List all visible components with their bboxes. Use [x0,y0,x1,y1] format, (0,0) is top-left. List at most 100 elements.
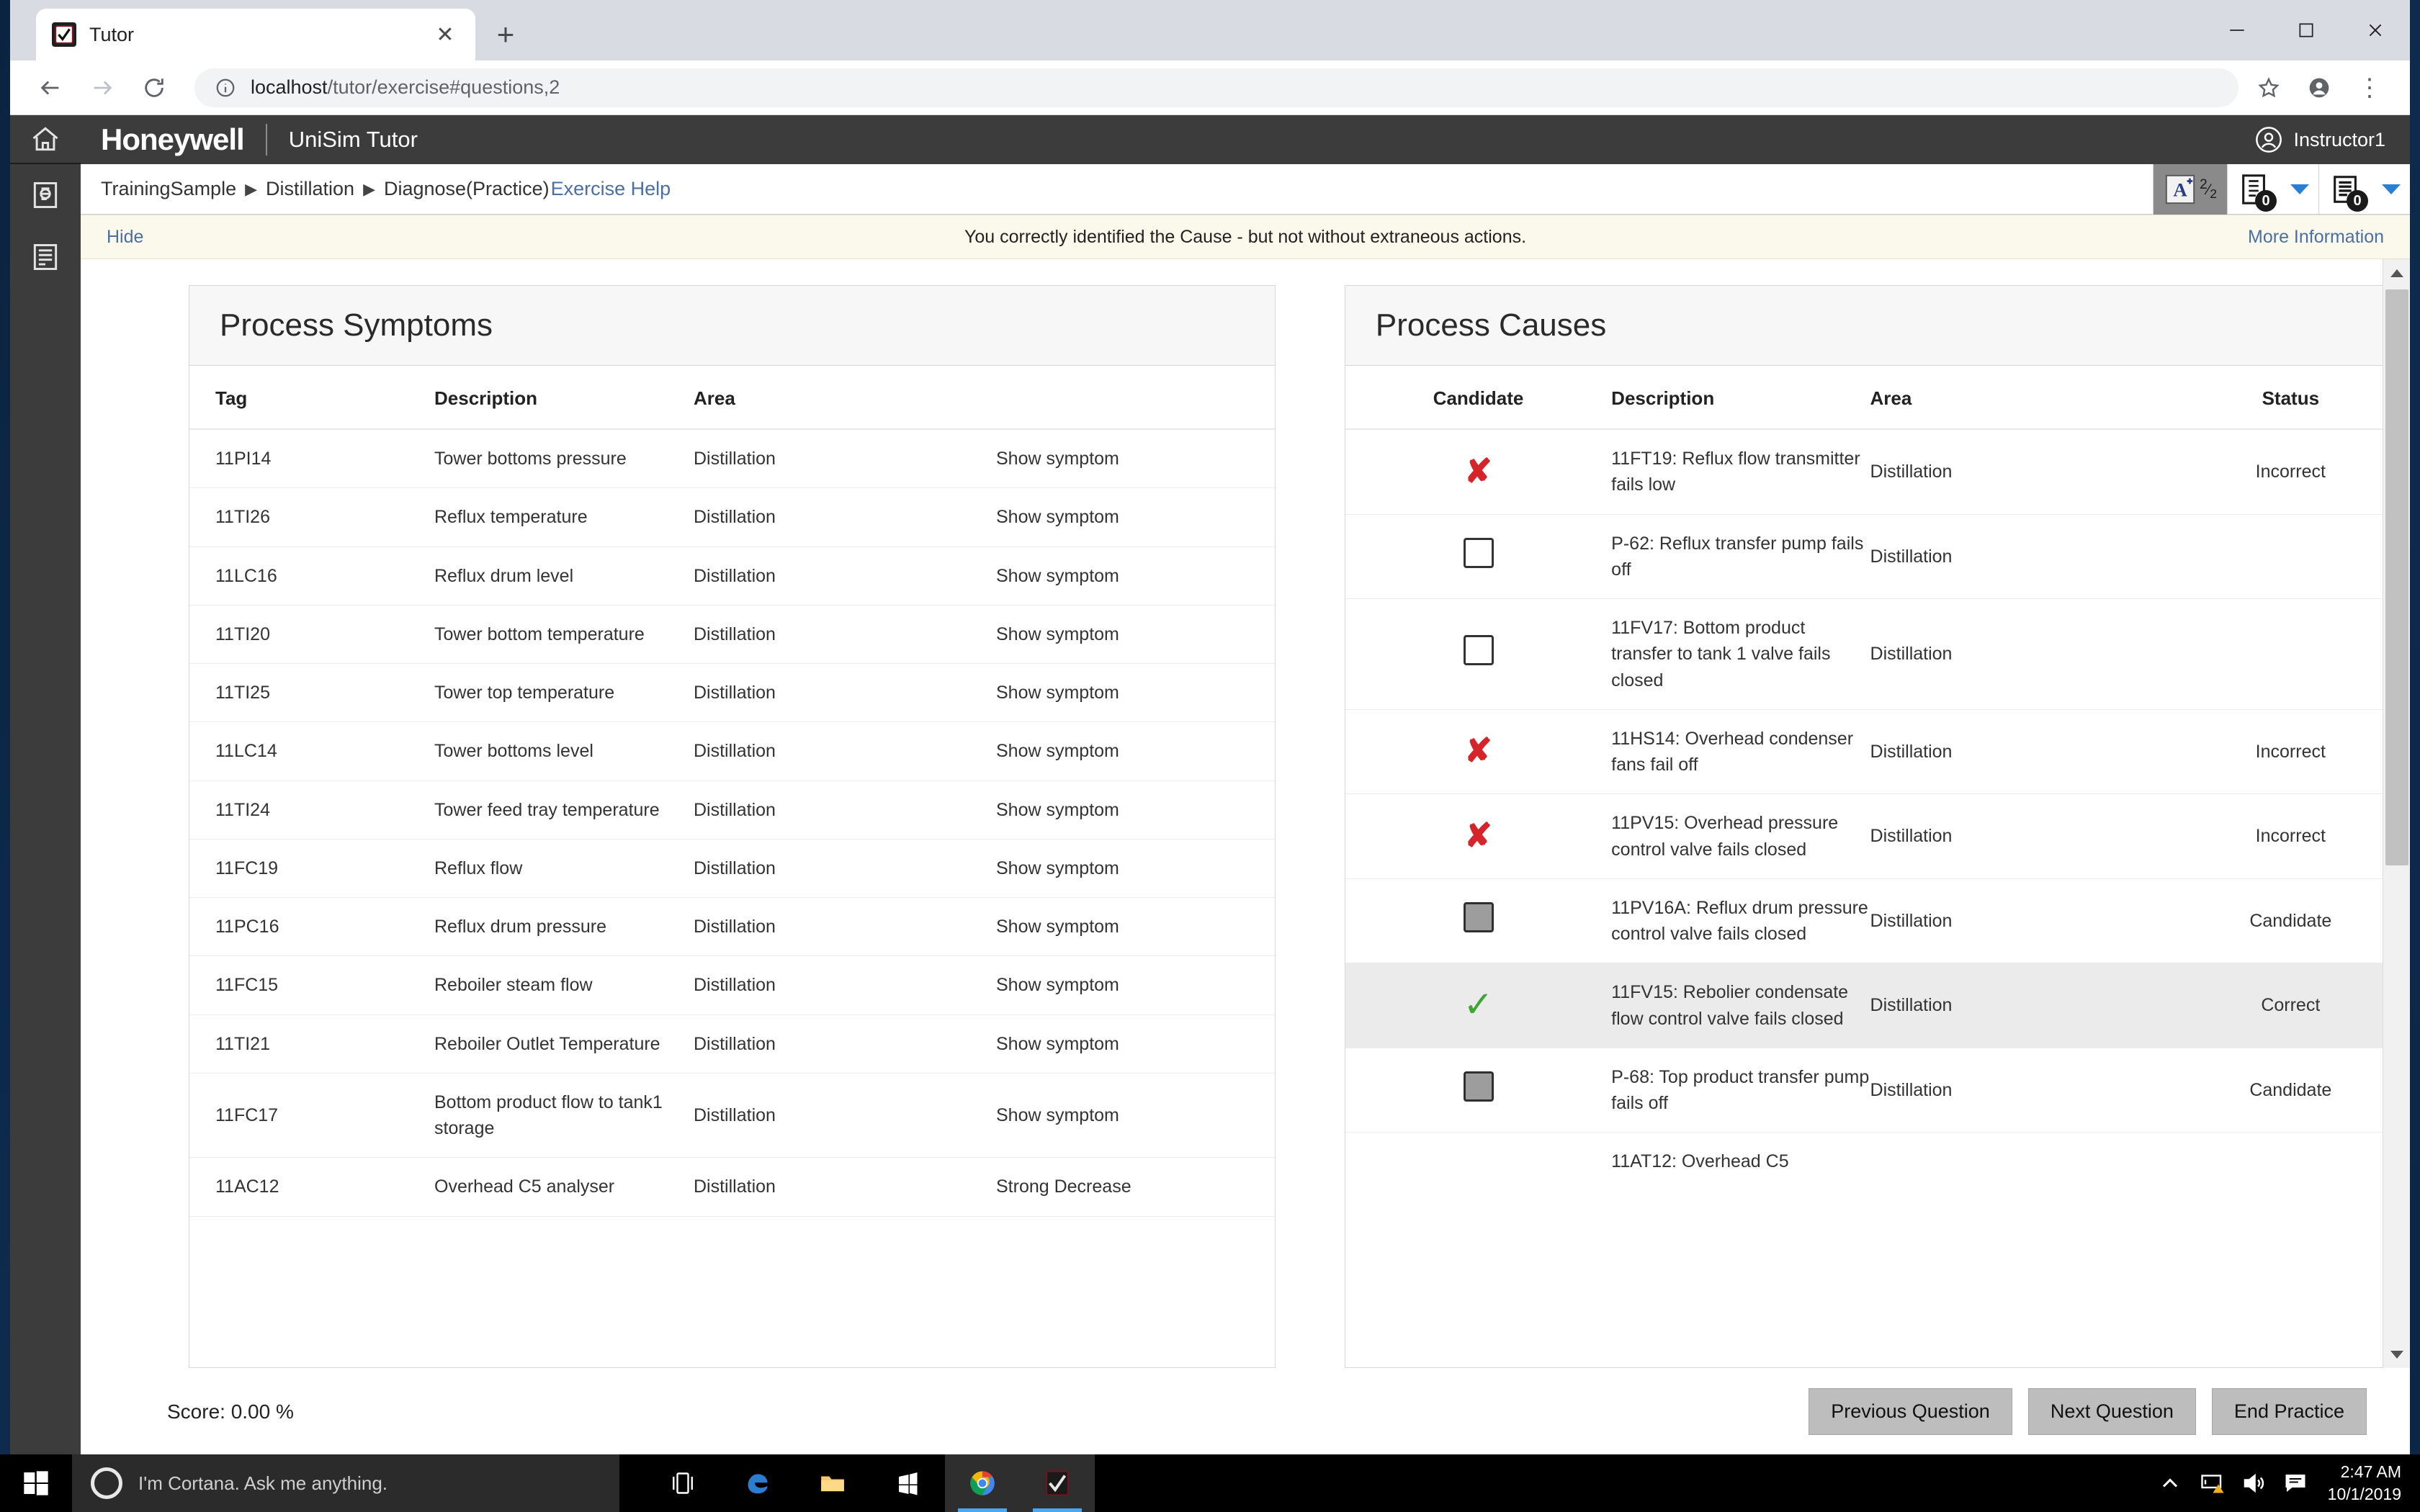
volume-icon[interactable] [2233,1454,2275,1512]
minimize-icon[interactable] [2202,0,2272,60]
exercise-help-link[interactable]: Exercise Help [551,178,671,200]
table-row[interactable]: 11PC16 Reflux drum pressure Distillation Sh… [189,897,1275,957]
action-center-icon[interactable] [2275,1454,2316,1512]
table-row[interactable]: 11TI26 Reflux temperature Distillation Show… [189,487,1275,547]
symptom-action-link[interactable]: Show symptom [996,546,1275,606]
symptom-action-link[interactable]: Show symptom [996,721,1275,781]
table-row[interactable]: 11LC16 Reflux drum level Distillation Show … [189,546,1275,606]
task-view-icon[interactable] [645,1454,720,1512]
chevron-up-icon[interactable] [2149,1454,2191,1512]
page-scrollbar[interactable] [2383,259,2410,1368]
taskbar-clock[interactable]: 2:47 AM 10/1/2019 [2328,1461,2401,1506]
table-row[interactable]: 11PV16A: Reflux drum pressure control va… [1345,878,2409,964]
symptom-action-link[interactable]: Show symptom [996,605,1275,665]
scrollbar-thumb[interactable] [2385,289,2408,865]
reload-icon[interactable] [134,68,174,108]
forward-icon[interactable] [82,68,122,108]
address-bar[interactable]: localhost/tutor/exercise#questions,2 [194,68,2238,107]
table-row[interactable]: 11FC15 Reboiler steam flow Distillation Sho… [189,955,1275,1015]
maximize-icon[interactable] [2272,0,2341,60]
symptom-action-link[interactable]: Strong Decrease [996,1157,1275,1217]
edge-icon[interactable] [720,1454,795,1512]
process-causes-table-wrap[interactable]: Candidate Description Area Status ✘ 11FT1… [1345,366,2409,1367]
table-row[interactable]: 11FC17 Bottom product flow to tank1 stora… [189,1073,1275,1158]
candidate-checkbox[interactable] [1463,537,1494,568]
candidate-cell[interactable] [1345,598,1612,710]
table-row[interactable]: 11PI14 Tower bottoms pressure Distillation… [189,429,1275,489]
grade-button[interactable]: A 2⁄2 [2153,164,2227,215]
next-question-button[interactable]: Next Question [2027,1388,2196,1435]
scroll-up-icon[interactable] [2383,259,2410,287]
previous-question-button[interactable]: Previous Question [1809,1388,2012,1435]
more-information-link[interactable]: More Information [2248,227,2384,248]
notes-button[interactable]: 0 [2318,164,2372,215]
table-row[interactable]: 11AC12 Overhead C5 analyser Distillation St… [189,1157,1275,1217]
symptom-action-link[interactable]: Show symptom [996,487,1275,547]
store-icon[interactable] [870,1454,945,1512]
table-row[interactable]: P-62: Reflux transfer pump fails off Dist… [1345,514,2409,599]
tutor-icon[interactable] [1020,1454,1095,1512]
back-icon[interactable] [30,68,71,108]
symptom-action-link[interactable]: Show symptom [996,1073,1275,1158]
table-row[interactable]: ✘ 11FT19: Reflux flow transmitter fails l… [1345,429,2409,515]
table-row[interactable]: P-68: Top product transfer pump fails of… [1345,1048,2409,1133]
sidebar-item-notes[interactable] [10,226,81,288]
bookmark-star-icon[interactable] [2249,68,2289,108]
questions-button[interactable]: 0 [2227,164,2281,215]
candidate-cell[interactable] [1345,514,1612,599]
score-label: Score: 0.00 % [167,1400,294,1423]
candidate-cell[interactable]: ✘ [1345,793,1612,879]
table-row[interactable]: 11TI24 Tower feed tray temperature Distill… [189,780,1275,840]
user-area[interactable]: Instructor1 [2254,125,2410,154]
table-row[interactable]: 11LC14 Tower bottoms level Distillation Sho… [189,721,1275,781]
symptom-action-link[interactable]: Show symptom [996,839,1275,899]
symptom-action-link[interactable]: Show symptom [996,1014,1275,1074]
table-row[interactable]: ✘ 11PV15: Overhead pressure control valve… [1345,793,2409,879]
symptom-description: Reflux temperature [434,487,694,547]
symptom-action-link[interactable]: Show symptom [996,663,1275,723]
scroll-down-icon[interactable] [2383,1341,2410,1368]
browser-menu-icon[interactable]: ⋮ [2349,68,2390,108]
sidebar-item-home[interactable] [10,115,81,164]
candidate-checkbox-selected[interactable] [1463,901,1494,932]
close-icon[interactable]: ✕ [431,20,460,49]
candidate-cell[interactable]: ✘ [1345,429,1612,515]
candidate-cell[interactable]: ✓ [1345,963,1612,1048]
candidate-cell[interactable] [1345,1048,1612,1133]
breadcrumb-item-1[interactable]: Distillation [266,178,354,200]
symptom-action-link[interactable]: Show symptom [996,897,1275,957]
notes-dropdown-caret[interactable] [2372,164,2410,215]
symptom-action-link[interactable]: Show symptom [996,955,1275,1015]
candidate-checkbox[interactable] [1463,635,1494,666]
candidate-checkbox-selected[interactable] [1463,1071,1494,1102]
breadcrumb-item-0[interactable]: TrainingSample [101,178,236,200]
breadcrumb-item-2[interactable]: Diagnose(Practice) [384,178,550,200]
file-explorer-icon[interactable] [795,1454,870,1512]
sidebar-item-exercise[interactable] [10,164,81,226]
panel-title: Process Symptoms [220,307,493,343]
cortana-search-box[interactable]: I'm Cortana. Ask me anything. [72,1454,619,1512]
symptom-action-link[interactable]: Show symptom [996,780,1275,840]
table-row[interactable]: 11AT12: Overhead C5 [1345,1133,2409,1175]
browser-tab[interactable]: Tutor ✕ [36,9,475,60]
close-window-icon[interactable] [2341,0,2410,60]
candidate-cell[interactable] [1345,878,1612,964]
table-row[interactable]: 11TI25 Tower top temperature Distillation S… [189,663,1275,723]
candidate-cell[interactable] [1345,1133,1611,1175]
process-symptoms-table-wrap[interactable]: Tag Description Area 11PI14 Tower bottoms… [189,366,1275,1367]
table-row[interactable]: 11FC19 Reflux flow Distillation Show sympto… [189,839,1275,899]
table-row[interactable]: 11FV17: Bottom product transfer to tank … [1345,598,2409,710]
table-row[interactable]: ✓ 11FV15: Rebolier condensate flow contro… [1345,963,2409,1048]
table-row[interactable]: 11TI20 Tower bottom temperature Distillati… [189,605,1275,665]
chrome-icon[interactable] [945,1454,1020,1512]
table-row[interactable]: 11TI21 Reboiler Outlet Temperature Distill… [189,1014,1275,1074]
questions-dropdown-caret[interactable] [2281,164,2318,215]
profile-avatar-icon[interactable] [2299,68,2339,108]
symptom-action-link[interactable]: Show symptom [996,429,1275,489]
table-row[interactable]: ✘ 11HS14: Overhead condenser fans fail of… [1345,709,2409,795]
new-tab-button[interactable]: + [485,14,526,55]
windows-start-icon[interactable] [0,1454,72,1512]
end-practice-button[interactable]: End Practice [2211,1388,2367,1435]
candidate-cell[interactable]: ✘ [1345,709,1612,795]
network-warning-icon[interactable] [2191,1454,2233,1512]
